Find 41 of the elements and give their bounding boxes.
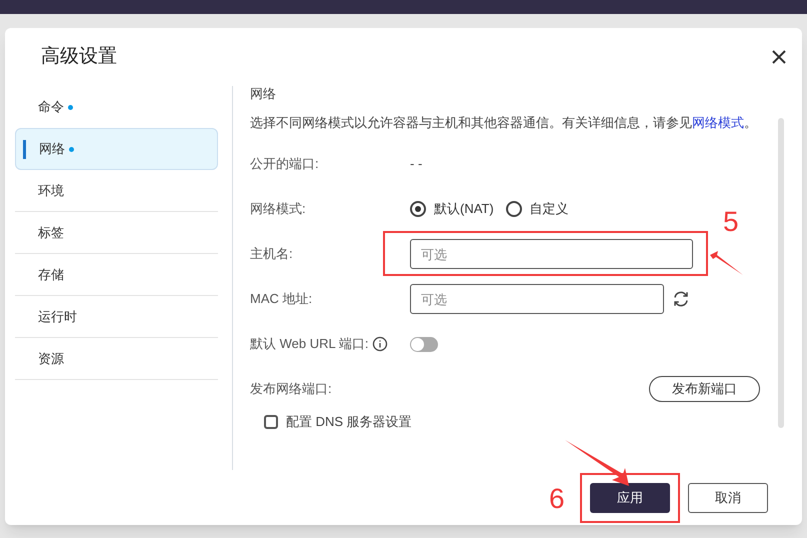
sidebar-item[interactable]: 命令 — [15, 86, 218, 128]
radio-option[interactable]: 自定义 — [506, 199, 569, 219]
refresh-icon[interactable] — [672, 290, 690, 308]
sidebar-item[interactable]: 运行时 — [15, 296, 218, 338]
radio-option[interactable]: 默认(NAT) — [410, 199, 494, 219]
field-value: - - — [410, 155, 422, 174]
field-label: 公开的端口: — [250, 155, 320, 174]
section-description: 选择不同网络模式以允许容器与主机和其他容器通信。有关详细信息，请参见网络模式。 — [250, 114, 758, 132]
toggle-switch[interactable] — [410, 336, 438, 352]
cancel-button[interactable]: 取消 — [688, 482, 768, 512]
sidebar-label: 标签 — [38, 224, 64, 242]
sidebar-item[interactable]: 资源 — [15, 338, 218, 380]
publish-port-button[interactable]: 发布新端口 — [649, 376, 760, 402]
sidebar-label: 命令 — [38, 98, 64, 116]
sidebar-item[interactable]: 标签 — [15, 212, 218, 254]
checkbox[interactable] — [264, 414, 278, 428]
field-label: MAC 地址: — [250, 290, 314, 308]
sidebar-item[interactable]: 网络 — [15, 128, 218, 170]
sidebar-label: 环境 — [38, 182, 64, 200]
checkbox-label: 配置 DNS 服务器设置 — [286, 412, 412, 431]
apply-button[interactable]: 应用 — [590, 482, 670, 512]
field-label: 网络模式: — [250, 200, 307, 218]
sidebar-item[interactable]: 环境 — [15, 170, 218, 212]
sidebar-label: 资源 — [38, 350, 64, 368]
info-icon[interactable] — [372, 336, 388, 352]
section-title: 网络 — [250, 85, 277, 103]
text-input[interactable]: 可选 — [410, 284, 664, 314]
annotation-number: 6 — [549, 482, 565, 516]
sidebar-item[interactable]: 存储 — [15, 254, 218, 296]
field-label: 默认 Web URL 端口: — [250, 335, 368, 354]
text-input[interactable]: 可选 — [410, 239, 693, 269]
annotation-arrow-icon — [710, 251, 744, 277]
close-icon[interactable] — [772, 50, 786, 64]
sidebar-label: 存储 — [38, 266, 64, 284]
annotation-number: 5 — [723, 205, 739, 239]
field-label: 主机名: — [250, 245, 294, 264]
dialog-title: 高级设置 — [41, 44, 117, 69]
sidebar-label: 运行时 — [38, 308, 77, 326]
sidebar-label: 网络 — [39, 140, 65, 158]
network-mode-link[interactable]: 网络模式 — [692, 114, 744, 130]
field-label: 发布网络端口: — [250, 380, 333, 398]
